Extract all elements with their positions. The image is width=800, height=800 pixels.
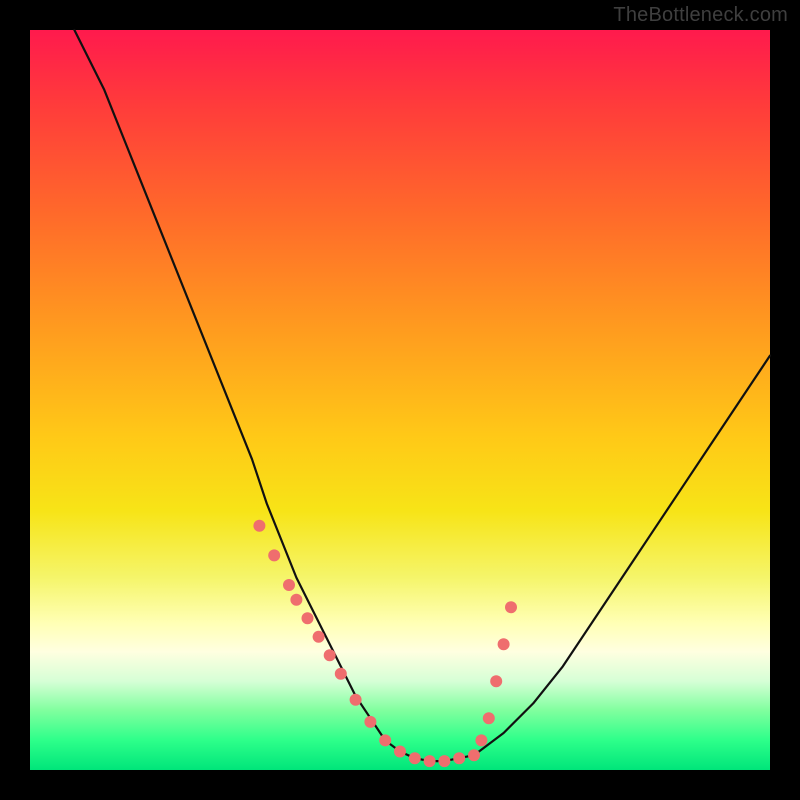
- data-marker: [475, 734, 487, 746]
- chart-frame: TheBottleneck.com: [0, 0, 800, 800]
- bottleneck-curve: [74, 30, 770, 761]
- data-marker: [379, 734, 391, 746]
- plot-area: [30, 30, 770, 770]
- data-marker: [283, 579, 295, 591]
- data-marker: [350, 694, 362, 706]
- watermark-text: TheBottleneck.com: [613, 4, 788, 27]
- data-marker: [394, 746, 406, 758]
- data-marker: [302, 612, 314, 624]
- data-marker: [253, 520, 265, 532]
- data-marker: [409, 752, 421, 764]
- marker-group: [253, 520, 517, 767]
- data-marker: [268, 549, 280, 561]
- data-marker: [324, 649, 336, 661]
- data-marker: [335, 668, 347, 680]
- data-marker: [438, 755, 450, 767]
- curve-layer: [30, 30, 770, 770]
- data-marker: [364, 716, 376, 728]
- data-marker: [290, 594, 302, 606]
- data-marker: [490, 675, 502, 687]
- data-marker: [468, 749, 480, 761]
- data-marker: [424, 755, 436, 767]
- data-marker: [498, 638, 510, 650]
- data-marker: [505, 601, 517, 613]
- data-marker: [453, 752, 465, 764]
- data-marker: [313, 631, 325, 643]
- data-marker: [483, 712, 495, 724]
